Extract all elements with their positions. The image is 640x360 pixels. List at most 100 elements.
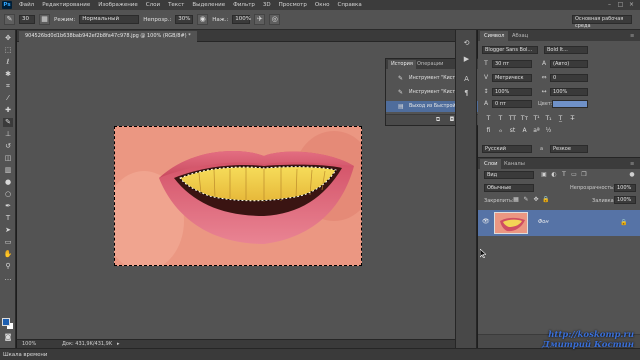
healing-tool-icon[interactable]: ✚ [3, 106, 13, 115]
small-caps-icon[interactable]: Tᴛ [520, 114, 529, 123]
lock-all-icon[interactable]: 🔒 [542, 196, 550, 204]
layer-row[interactable]: 👁 Фон 🔒 [478, 210, 640, 236]
layer-opacity-field[interactable]: 100% [614, 184, 636, 192]
opentype-swash-icon[interactable]: ℴ [496, 126, 505, 135]
opacity-field[interactable]: 30% [175, 15, 194, 24]
horizontal-scale-field[interactable]: 100% [550, 88, 588, 96]
opacity-pressure-icon[interactable]: ◉ [197, 14, 209, 25]
tab-channels[interactable]: Каналы [500, 159, 529, 169]
filter-adjustment-icon[interactable]: ◐ [550, 171, 558, 179]
new-document-from-state-icon[interactable]: ⧉ [434, 116, 442, 124]
brush-tool-preset-icon[interactable]: ✎ [4, 14, 15, 25]
menu-3d[interactable]: 3D [259, 2, 275, 8]
all-caps-icon[interactable]: TT [508, 114, 517, 123]
status-arrow-icon[interactable]: ▸ [117, 340, 120, 348]
marquee-tool-icon[interactable]: ⬚ [3, 46, 13, 55]
tab-layers[interactable]: Слои [480, 159, 502, 169]
menu-layers[interactable]: Слои [142, 2, 164, 8]
crop-tool-icon[interactable]: ⌗ [3, 82, 13, 91]
text-color-swatch[interactable] [552, 100, 588, 108]
filter-pixel-icon[interactable]: ▣ [540, 171, 548, 179]
layer-filter-select[interactable]: Вид [484, 171, 534, 179]
tab-paragraph[interactable]: Абзац [508, 31, 532, 41]
menu-file[interactable]: Файл [15, 2, 38, 8]
filter-shape-icon[interactable]: ▭ [570, 171, 578, 179]
hand-tool-icon[interactable]: ✋ [3, 250, 13, 259]
font-family-select[interactable]: Blogger Sans Bol... [482, 46, 538, 54]
menu-text[interactable]: Текст [164, 2, 188, 8]
menu-edit[interactable]: Редактирование [38, 2, 94, 8]
size-pressure-icon[interactable]: ◎ [269, 14, 281, 25]
gradient-tool-icon[interactable]: ▥ [3, 166, 13, 175]
type-tool-icon[interactable]: T [3, 214, 13, 223]
font-style-select[interactable]: Bold It... [544, 46, 588, 54]
filter-smart-object-icon[interactable]: ❐ [580, 171, 588, 179]
language-select[interactable]: Русский [482, 145, 532, 153]
vertical-scale-field[interactable]: 100% [492, 88, 532, 96]
move-tool-icon[interactable]: ✥ [3, 34, 13, 43]
quick-select-tool-icon[interactable]: ✱ [3, 70, 13, 79]
layer-name[interactable]: Фон [538, 219, 549, 225]
kerning-field[interactable]: Метрическ [492, 74, 532, 82]
maximize-icon[interactable]: □ [617, 1, 624, 8]
strikethrough-icon[interactable]: T̶ [568, 114, 577, 123]
document-tab[interactable]: 904526bd0d1b638bab942ef2b8fa47c978.jpg @… [19, 31, 197, 42]
stamp-tool-icon[interactable]: ⊥ [3, 130, 13, 139]
tab-actions[interactable]: Операции [414, 60, 446, 69]
zoom-tool-icon[interactable]: ⚲ [3, 262, 13, 271]
lock-transparent-icon[interactable]: ▦ [512, 196, 520, 204]
panel-menu-icon[interactable]: ≡ [626, 31, 638, 41]
brush-panel-icon[interactable]: ▦ [39, 14, 50, 25]
visibility-eye-icon[interactable]: 👁 [482, 218, 490, 226]
font-size-field[interactable]: 30 пт [492, 60, 532, 68]
filter-type-icon[interactable]: T [560, 171, 568, 179]
lock-position-icon[interactable]: ✥ [532, 196, 540, 204]
tracking-field[interactable]: 0 [550, 74, 588, 82]
menu-filter[interactable]: Фильтр [229, 2, 259, 8]
tab-character[interactable]: Символ [480, 31, 509, 41]
pressure-field[interactable]: 100% [232, 15, 251, 24]
blur-tool-icon[interactable]: ● [3, 178, 13, 187]
opentype-fractions-icon[interactable]: ½ [544, 126, 553, 135]
actions-panel-icon[interactable]: ▶ [461, 54, 472, 64]
brush-size-field[interactable]: 30 [19, 15, 35, 24]
baseline-shift-field[interactable]: 0 пт [492, 100, 532, 108]
eraser-tool-icon[interactable]: ◫ [3, 154, 13, 163]
history-panel-icon[interactable]: ⟲ [461, 38, 472, 48]
faux-italic-icon[interactable]: T [496, 114, 505, 123]
eyedropper-tool-icon[interactable]: ⁄ [3, 94, 13, 103]
opentype-ordinals-icon[interactable]: aª [532, 126, 541, 135]
lasso-tool-icon[interactable]: ℓ [3, 58, 13, 67]
timeline-tab[interactable]: Шкала времени [3, 350, 47, 360]
shape-tool-icon[interactable]: ▭ [3, 238, 13, 247]
workspace-select[interactable]: Основная рабочая среда [572, 15, 632, 29]
zoom-level[interactable]: 100% [22, 340, 36, 348]
antialias-select[interactable]: Резкое [550, 145, 588, 153]
filter-toggle-icon[interactable]: ● [628, 171, 636, 179]
paragraph-panel-icon[interactable]: ¶ [461, 88, 472, 98]
minimize-icon[interactable]: – [606, 1, 613, 8]
more-tools-icon[interactable]: … [3, 274, 13, 283]
menu-help[interactable]: Справка [333, 2, 365, 8]
path-select-tool-icon[interactable]: ➤ [3, 226, 13, 235]
fill-field[interactable]: 100% [614, 196, 636, 204]
opentype-ligature-icon[interactable]: fi [484, 126, 493, 135]
faux-bold-icon[interactable]: T [484, 114, 493, 123]
pen-tool-icon[interactable]: ✒ [3, 202, 13, 211]
blend-mode-select[interactable]: Обычные [484, 184, 534, 192]
airbrush-icon[interactable]: ✈ [254, 14, 266, 25]
leading-field[interactable]: (Авто) [550, 60, 588, 68]
dodge-tool-icon[interactable]: ○ [3, 190, 13, 199]
character-panel-icon[interactable]: A [461, 74, 472, 84]
foreground-color-swatch[interactable] [2, 318, 10, 326]
subscript-icon[interactable]: T₁ [544, 114, 553, 123]
lock-pixels-icon[interactable]: ✎ [522, 196, 530, 204]
tab-history[interactable]: История [388, 60, 416, 69]
mode-select[interactable]: Нормальный [79, 15, 140, 24]
menu-window[interactable]: Окно [311, 2, 334, 8]
history-brush-tool-icon[interactable]: ↺ [3, 142, 13, 151]
brush-tool-icon[interactable]: ✎ [3, 118, 13, 127]
opentype-alternates-icon[interactable]: A [520, 126, 529, 135]
menu-select[interactable]: Выделение [188, 2, 229, 8]
menu-view[interactable]: Просмотр [275, 2, 311, 8]
